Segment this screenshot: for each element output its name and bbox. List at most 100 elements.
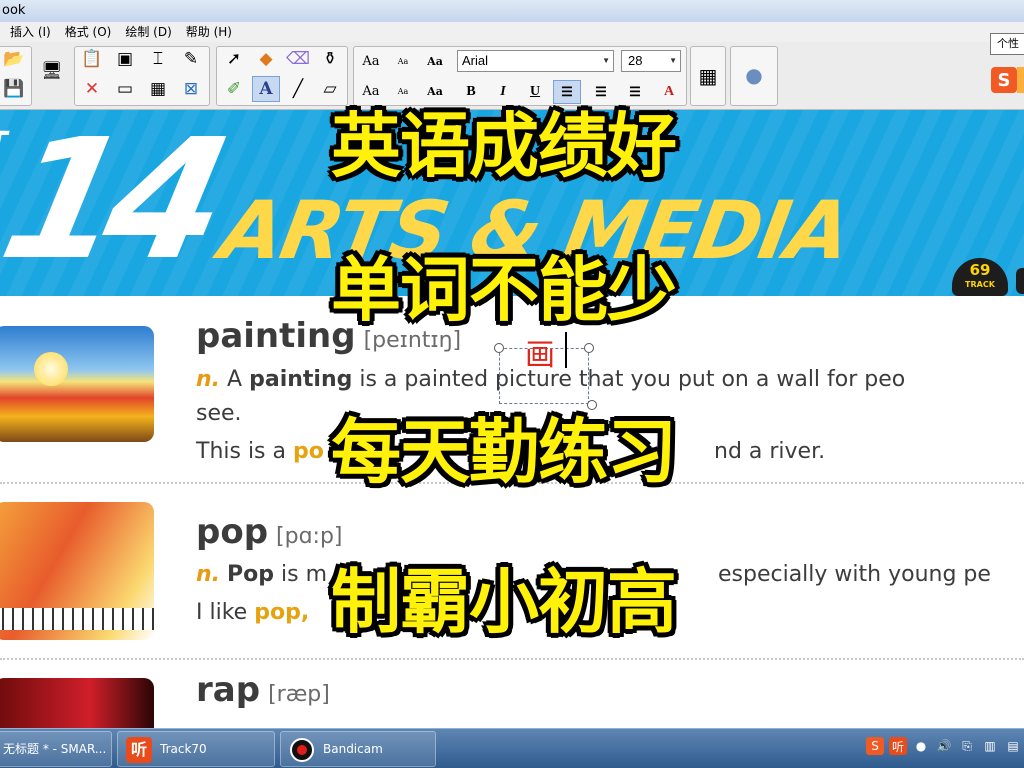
part-of-speech: n. [196,562,221,587]
properties-icon[interactable]: ● [740,62,768,88]
align-center-icon[interactable]: ☰ [587,80,615,104]
text-color-icon[interactable]: A [252,76,280,102]
close-box-icon[interactable]: ⊠ [177,76,205,102]
size-dropdown-arrow-icon: ▼ [669,56,677,65]
handwriting-icon[interactable]: ✎ [177,46,205,72]
track-number: 69 [969,261,991,279]
underline-button[interactable]: U [521,80,549,104]
smart-notebook-window: ook 插入 (I) 格式 (O) 绘制 (D) 帮助 (H) 📂 💾 🖥 📋 … [0,0,1024,768]
example-highlight: po [293,439,324,464]
text-object-content[interactable]: 画 [525,330,555,374]
text-tool-icon[interactable]: ⌶ [144,46,172,72]
listen-app-icon: 听 [126,737,152,763]
menu-help[interactable]: 帮助 (H) [179,22,239,42]
record-tray-icon[interactable]: ● [912,737,930,755]
volume-icon[interactable]: 🔊 [935,737,953,755]
entry-divider [0,658,1024,660]
font-style-aa-small[interactable]: Aa [389,48,417,74]
piano-keys-shape [0,608,154,630]
usb-icon[interactable]: ⎘ [958,737,976,755]
example-text: This is a [196,439,286,464]
word-rap: rap [ræp] [196,670,330,710]
pens-icon[interactable]: ✐ [220,76,248,102]
task-bandicam[interactable]: Bandicam [280,731,436,767]
font-name-select[interactable]: Arial ▼ [457,50,614,72]
resize-handle-icon[interactable] [587,400,597,410]
track-label: TRACK [965,280,995,289]
align-left-icon[interactable]: ☰ [553,80,581,104]
definition-line: n. Pop is m [196,562,327,587]
def-keyword: Pop [227,562,275,587]
example-line: I like pop, [196,600,309,625]
def-text: is a painted picture that you put on a w… [359,367,906,392]
tooltip: 个性 [990,33,1024,55]
def-article: A [227,367,243,392]
rap-image [0,678,154,728]
screen-shade-icon[interactable]: ▭ [111,76,139,102]
taskbar: 无标题 * - SMAR... 听 Track70 Bandicam S 听 ●… [0,728,1024,768]
text-effects-button[interactable]: A [655,80,683,104]
select-pointer-icon[interactable]: ➚ [220,46,248,72]
caption-line-4: 制霸小初高 [331,561,677,643]
sogou-ime-icon[interactable]: S [991,67,1017,93]
delete-icon[interactable]: ✕ [78,76,106,102]
font-style-aa-2[interactable]: Aa [357,78,385,104]
save-icon[interactable]: 💾 [0,76,28,102]
task-label: 无标题 * - SMAR... [3,742,107,756]
font-style-aa-3[interactable]: Aa [389,78,417,104]
menu-draw[interactable]: 绘制 (D) [118,22,178,42]
task-track70[interactable]: 听 Track70 [117,731,275,767]
phonetic-text: [ræp] [268,682,330,707]
font-size-select[interactable]: 28 ▼ [621,50,681,72]
font-dropdown-arrow-icon: ▼ [602,56,610,65]
text-caret [565,332,567,368]
shapes-icon[interactable]: ◆ [252,46,280,72]
menu-format[interactable]: 格式 (O) [58,22,119,42]
task-label: Track70 [160,742,207,756]
system-tray: S 听 ● 🔊 ⎘ ▥ ▤ [866,737,1022,761]
menu-insert[interactable]: 插入 (I) [0,22,58,42]
listen-tray-icon[interactable]: 听 [889,737,907,755]
line-tool-icon[interactable]: ╱ [284,76,312,102]
phonetic-text: [pɑ:p] [276,524,343,549]
definition-tail: especially with young pe [718,562,991,587]
eraser-icon[interactable]: ⌫ [284,46,312,72]
example-text: I like [196,600,248,625]
word-pop: pop [pɑ:p] [196,512,343,552]
font-style-aa-bold[interactable]: Aa [421,48,449,74]
word-text: pop [196,512,269,552]
open-folder-icon[interactable]: 📂 [0,46,28,72]
table-icon[interactable]: ▦ [144,76,172,102]
screen-capture-icon[interactable]: ▣ [111,46,139,72]
def-text: is m [281,562,328,587]
window-title: ook [2,3,26,18]
resize-handle-icon[interactable] [584,343,594,353]
word-text: rap [196,670,261,710]
screen-display-icon[interactable]: 🖥 [38,58,66,84]
def-keyword: painting [249,367,353,392]
align-right-icon[interactable]: ☰ [621,80,649,104]
sogou-tray-icon[interactable]: S [866,737,884,755]
menu-bar: 插入 (I) 格式 (O) 绘制 (D) 帮助 (H) [0,22,1024,42]
sogou-ime-status-icon [1017,67,1024,93]
italic-button[interactable]: I [489,80,517,104]
color-palette-icon[interactable]: ▦ [694,63,722,89]
network-icon[interactable]: ▥ [981,737,999,755]
eraser-block-icon[interactable]: ▱ [316,76,344,102]
tray-extra-icon[interactable]: ▤ [1004,737,1022,755]
task-label: Bandicam [323,742,383,756]
font-size-value: 28 [628,53,643,68]
example-tail: nd a river. [714,439,826,464]
task-smart-notebook[interactable]: 无标题 * - SMAR... [0,731,112,767]
caption-line-1: 英语成绩好 [331,105,677,187]
painting-image [0,326,154,442]
paste-icon[interactable]: 📋 [78,46,106,72]
pop-image [0,502,154,640]
fill-icon[interactable]: ⚱ [316,46,344,72]
caption-line-2: 单词不能少 [331,249,677,331]
font-style-aa-4[interactable]: Aa [421,78,449,104]
example-highlight: pop, [254,600,310,625]
font-style-aa-large[interactable]: Aa [357,48,385,74]
bold-button[interactable]: B [457,80,485,104]
resize-handle-icon[interactable] [494,343,504,353]
